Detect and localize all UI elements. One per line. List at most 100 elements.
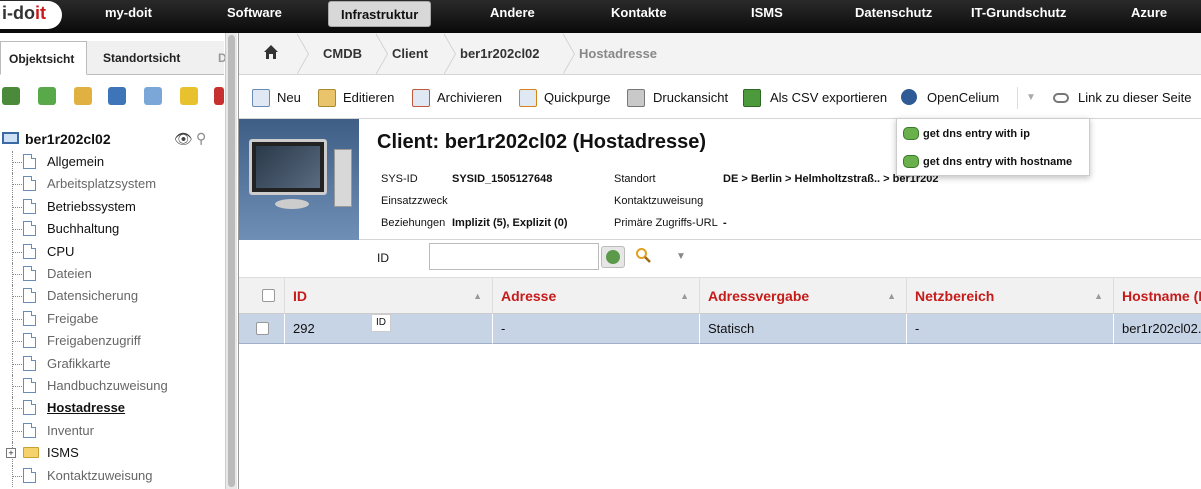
shield-icon[interactable] bbox=[180, 87, 198, 105]
tree-root[interactable]: ber1r202cl02 👁 ⚲ bbox=[0, 129, 224, 151]
quickpurge-button[interactable]: Quickpurge bbox=[544, 87, 610, 109]
breadcrumb-current: Hostadresse bbox=[579, 46, 658, 61]
print-button[interactable]: Druckansicht bbox=[653, 87, 728, 109]
csv-export-button[interactable]: Als CSV exportieren bbox=[770, 87, 887, 109]
table-cell-adresse[interactable]: - bbox=[493, 314, 700, 344]
nav-azure[interactable]: Azure bbox=[1131, 0, 1167, 26]
tree-item-inventur[interactable]: Inventur bbox=[0, 419, 224, 442]
search-icon[interactable] bbox=[635, 247, 651, 263]
nav-andere[interactable]: Andere bbox=[490, 0, 535, 26]
sort-icon: ▲ bbox=[680, 291, 689, 301]
relations-value[interactable]: Implizit (5), Explizit (0) bbox=[452, 217, 568, 229]
column-label: Adresse bbox=[501, 288, 557, 304]
column-label: Adressvergabe bbox=[708, 288, 810, 304]
document-icon bbox=[23, 176, 36, 192]
home-icon[interactable] bbox=[263, 44, 279, 60]
nav-datenschutz[interactable]: Datenschutz bbox=[855, 0, 932, 26]
breadcrumb-separator bbox=[296, 33, 311, 75]
left-pane: Objektsicht Standortsicht D ber1r202cl02… bbox=[0, 33, 237, 489]
tree-item-hostadresse[interactable]: Hostadresse bbox=[0, 397, 224, 420]
tree-connector bbox=[12, 363, 22, 365]
calendar-icon[interactable] bbox=[74, 87, 92, 105]
tree-connector bbox=[12, 206, 22, 208]
idoit-logo[interactable]: i-doit bbox=[0, 1, 62, 29]
breadcrumb-cmdb[interactable]: CMDB bbox=[323, 33, 362, 75]
tree-item-betriebssystem[interactable]: Betriebssystem bbox=[0, 195, 224, 218]
delete-icon[interactable] bbox=[214, 87, 224, 105]
eye-icon[interactable]: 👁 bbox=[174, 130, 193, 148]
nav-infrastruktur[interactable]: Infrastruktur bbox=[328, 1, 432, 27]
tree-item-isms[interactable]: + ISMS bbox=[0, 442, 224, 465]
menu-item-dns-by-ip[interactable]: get dns entry with ip bbox=[903, 124, 1030, 144]
column-header-netzbereich[interactable]: Netzbereich ▲ bbox=[907, 278, 1114, 314]
column-label: Netzbereich bbox=[915, 288, 995, 304]
table-cell-adressvergabe[interactable]: Statisch bbox=[700, 314, 907, 344]
book-icon[interactable] bbox=[108, 87, 126, 105]
logo-accent-text: it bbox=[35, 3, 46, 23]
column-header-adresse[interactable]: Adresse ▲ bbox=[493, 278, 700, 314]
document-icon bbox=[23, 400, 36, 416]
search-icon[interactable]: ⚲ bbox=[196, 130, 206, 147]
breadcrumb-separator bbox=[443, 33, 458, 75]
tree-connector bbox=[12, 408, 22, 410]
column-header-adressvergabe[interactable]: Adressvergabe ▲ bbox=[700, 278, 907, 314]
action-toolbar: Neu Editieren Archivieren Quickpurge Dru… bbox=[239, 75, 1201, 119]
tree-connector bbox=[12, 251, 22, 253]
tree-item-kontaktzuweisung[interactable]: Kontaktzuweisung bbox=[0, 464, 224, 487]
column-tooltip: ID bbox=[371, 314, 391, 332]
tree-item-cpu[interactable]: CPU bbox=[0, 240, 224, 263]
expand-icon[interactable] bbox=[38, 87, 56, 105]
tree-item-label: Arbeitsplatzsystem bbox=[47, 176, 157, 192]
nav-it-grundschutz[interactable]: IT-Grundschutz bbox=[971, 0, 1066, 26]
left-pane-scrollbar[interactable] bbox=[225, 33, 237, 489]
tower-icon bbox=[334, 149, 352, 207]
tree-connector bbox=[12, 184, 22, 186]
opencelium-dropdown-caret[interactable]: ▼ bbox=[1017, 87, 1036, 109]
opencelium-button[interactable]: OpenCelium bbox=[927, 87, 999, 109]
filter-input[interactable] bbox=[429, 243, 599, 270]
nav-isms[interactable]: ISMS bbox=[751, 0, 783, 26]
breadcrumb-object[interactable]: ber1r202cl02 bbox=[460, 33, 540, 75]
tree-item-buchhaltung[interactable]: Buchhaltung bbox=[0, 218, 224, 241]
document-icon bbox=[23, 333, 36, 349]
tree-connector bbox=[12, 386, 22, 387]
nav-software[interactable]: Software bbox=[227, 0, 282, 26]
column-header-id[interactable]: ID ▲ bbox=[285, 278, 493, 314]
tree-item-label: Hostadresse bbox=[47, 400, 126, 416]
comment-icon[interactable] bbox=[144, 87, 162, 105]
tree-item-datensicherung[interactable]: Datensicherung bbox=[0, 285, 224, 308]
nav-my-doit[interactable]: my-doit bbox=[105, 0, 152, 26]
select-all-checkbox[interactable] bbox=[262, 289, 275, 302]
tree-item-allgemein[interactable]: Allgemein bbox=[0, 151, 224, 173]
tab-standortsicht[interactable]: Standortsicht bbox=[95, 41, 188, 75]
tree-item-freigabenzugriff[interactable]: Freigabenzugriff bbox=[0, 330, 224, 353]
top-navigation-bar: i-doit my-doit Software Infrastruktur An… bbox=[0, 0, 1201, 33]
row-checkbox[interactable] bbox=[256, 322, 269, 335]
tree-item-label: CPU bbox=[47, 243, 75, 259]
column-header-hostname[interactable]: Hostname (F bbox=[1114, 278, 1201, 314]
tree-item-dateien[interactable]: Dateien bbox=[0, 263, 224, 285]
row-select-cell bbox=[239, 314, 285, 344]
scrollbar-thumb[interactable] bbox=[228, 35, 235, 487]
tree-structure-icon[interactable] bbox=[2, 87, 20, 105]
tree-item-handbuchzuweisung[interactable]: Handbuchzuweisung bbox=[0, 375, 224, 397]
location-label: Standort bbox=[614, 173, 656, 185]
nav-kontakte[interactable]: Kontakte bbox=[611, 0, 667, 26]
link-button[interactable]: Link zu dieser Seite bbox=[1078, 87, 1191, 109]
archive-button[interactable]: Archivieren bbox=[437, 87, 502, 109]
network-icon bbox=[903, 127, 919, 140]
new-button[interactable]: Neu bbox=[277, 87, 301, 109]
breadcrumb-client[interactable]: Client bbox=[392, 33, 428, 75]
excel-icon bbox=[743, 89, 761, 107]
filter-options-caret[interactable]: ▼ bbox=[676, 251, 686, 262]
edit-button[interactable]: Editieren bbox=[343, 87, 394, 109]
tree-item-arbeitsplatzsystem[interactable]: Arbeitsplatzsystem bbox=[0, 173, 224, 196]
menu-item-dns-by-hostname[interactable]: get dns entry with hostname bbox=[903, 152, 1072, 172]
tree-item-grafikkarte[interactable]: Grafikkarte bbox=[0, 352, 224, 375]
tree-item-freigabe[interactable]: Freigabe bbox=[0, 307, 224, 330]
expand-toggle-icon[interactable]: + bbox=[6, 448, 16, 459]
table-cell-netzbereich[interactable]: - bbox=[907, 314, 1114, 344]
tab-objektsicht[interactable]: Objektsicht bbox=[0, 41, 87, 75]
filter-apply-button[interactable] bbox=[601, 246, 625, 268]
table-cell-hostname[interactable]: ber1r202cl02.b bbox=[1114, 314, 1201, 344]
